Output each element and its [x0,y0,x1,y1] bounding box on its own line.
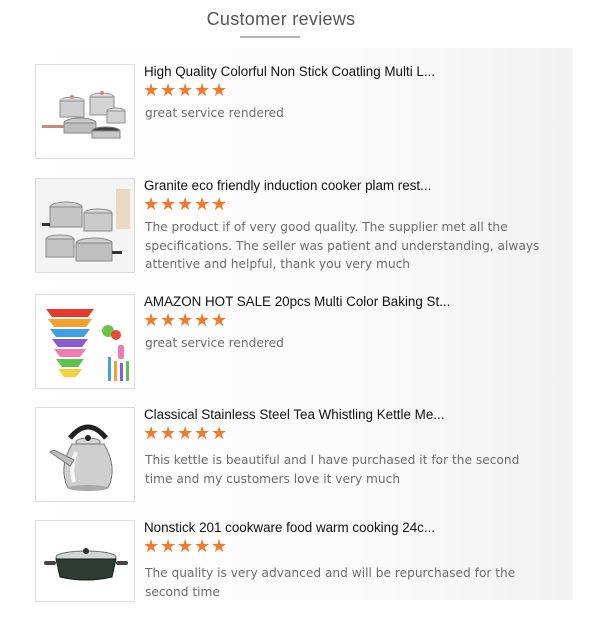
star-icon: ★ [160,194,177,215]
review-product-title[interactable]: Nonstick 201 cookware food warm cooking … [144,520,564,536]
stainless-pots-image [36,179,134,272]
star-icon: ★ [211,310,228,331]
star-icon: ★ [211,80,228,101]
casserole-pot-image [36,521,134,601]
product-thumbnail[interactable] [35,294,135,389]
product-thumbnail[interactable] [35,407,135,502]
product-thumbnail[interactable] [35,64,135,159]
review-comment: The quality is very advanced and will be… [145,566,516,599]
star-icon: ★ [177,423,194,444]
star-rating: ★ ★ ★ ★ ★ [143,423,228,444]
review-comment: This kettle is beautiful and I have purc… [145,453,520,486]
star-icon: ★ [177,536,194,557]
star-icon: ★ [160,310,177,331]
star-icon: ★ [211,194,228,215]
star-icon: ★ [194,310,211,331]
review-comment: The product if of very good quality. The… [145,220,540,271]
star-icon: ★ [143,536,160,557]
mixing-bowls-image [36,295,134,388]
star-icon: ★ [160,536,177,557]
review-item: AMAZON HOT SALE 20pcs Multi Color Baking… [35,294,575,394]
star-rating: ★ ★ ★ ★ ★ [143,80,228,101]
star-icon: ★ [177,80,194,101]
review-product-title[interactable]: AMAZON HOT SALE 20pcs Multi Color Baking… [144,294,564,310]
tea-kettle-image [36,408,134,501]
star-icon: ★ [194,194,211,215]
star-icon: ★ [177,194,194,215]
star-icon: ★ [177,310,194,331]
star-rating: ★ ★ ★ ★ ★ [143,310,228,331]
review-comment: great service rendered [145,106,284,120]
cookware-set-image [36,65,134,158]
review-item: Nonstick 201 cookware food warm cooking … [35,520,575,620]
star-icon: ★ [160,423,177,444]
star-icon: ★ [143,310,160,331]
star-rating: ★ ★ ★ ★ ★ [143,194,228,215]
title-underline [240,36,300,38]
page-title: Customer reviews [206,9,356,29]
review-item: High Quality Colorful Non Stick Coatling… [35,64,575,164]
review-product-title[interactable]: High Quality Colorful Non Stick Coatling… [144,64,564,80]
review-product-title[interactable]: Granite eco friendly induction cooker pl… [144,178,564,194]
review-comment: great service rendered [145,336,284,350]
star-icon: ★ [160,80,177,101]
star-icon: ★ [143,423,160,444]
review-product-title[interactable]: Classical Stainless Steel Tea Whistling … [144,407,564,423]
star-icon: ★ [211,423,228,444]
product-thumbnail[interactable] [35,178,135,273]
star-icon: ★ [194,80,211,101]
star-icon: ★ [143,80,160,101]
product-thumbnail[interactable] [35,520,135,602]
review-item: Classical Stainless Steel Tea Whistling … [35,407,575,507]
reviews-header: Customer reviews [0,0,600,40]
star-icon: ★ [194,536,211,557]
star-rating: ★ ★ ★ ★ ★ [143,536,228,557]
star-icon: ★ [143,194,160,215]
review-item: Granite eco friendly induction cooker pl… [35,178,575,278]
star-icon: ★ [194,423,211,444]
star-icon: ★ [211,536,228,557]
